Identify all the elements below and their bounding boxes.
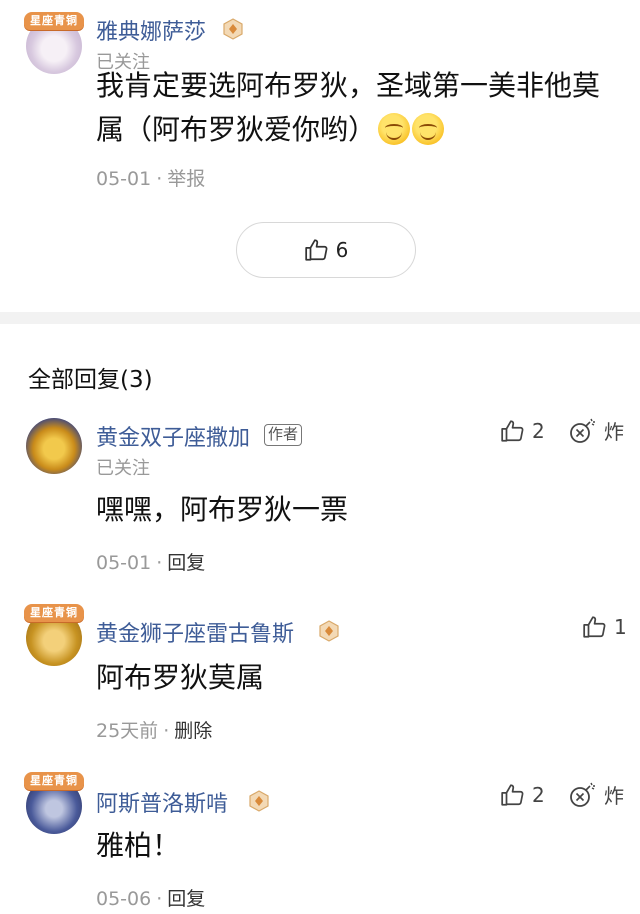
- reply-like-button[interactable]: 1: [582, 614, 627, 640]
- thumb-up-icon: [304, 239, 328, 261]
- post-content-line: 属（阿布罗狄爱你哟）: [96, 108, 626, 152]
- reply-meta: 05-06 · 回复: [96, 884, 205, 911]
- reply-like-count: 2: [532, 419, 545, 443]
- bomb-icon: [570, 782, 595, 807]
- post-content: 我肯定要选阿布罗狄，圣域第一美非他莫 属（阿布罗狄爱你哟）: [96, 64, 626, 152]
- reply-avatar[interactable]: 星座青铜: [24, 604, 84, 666]
- post-author-avatar[interactable]: 星座青铜: [24, 12, 84, 74]
- reply-link[interactable]: 回复: [167, 888, 205, 910]
- bomb-button[interactable]: 炸: [568, 416, 624, 445]
- reply-like-button[interactable]: 2: [500, 418, 545, 444]
- post-meta: 05-01 · 举报: [96, 164, 205, 191]
- post-like-count: 6: [335, 238, 349, 262]
- post-like-button[interactable]: 6: [236, 222, 416, 278]
- meta-separator: ·: [156, 552, 163, 574]
- thumb-up-icon: [501, 784, 524, 806]
- reply-date: 05-06: [96, 888, 152, 910]
- author-tag: 作者: [264, 424, 303, 446]
- reply-content: 嘿嘿，阿布罗狄一票: [96, 493, 349, 526]
- delete-link[interactable]: 删除: [174, 720, 212, 742]
- report-link[interactable]: 举报: [167, 168, 205, 190]
- reply-author-name[interactable]: 阿斯普洛斯啃: [96, 786, 228, 818]
- post-content-line: 我肯定要选阿布罗狄，圣域第一美非他莫: [96, 69, 601, 102]
- thumb-up-icon: [501, 420, 524, 442]
- reply-like-button[interactable]: 2: [500, 782, 545, 808]
- comment-thread-page: 星座青铜 雅典娜萨莎 已关注 我肯定要选阿布罗狄，圣域第一美非他莫 属（阿布罗狄…: [0, 0, 640, 914]
- meta-separator: ·: [163, 720, 170, 742]
- bronze-badge-label: 星座青铜: [24, 604, 84, 622]
- reply-avatar[interactable]: 星座青铜: [24, 772, 84, 834]
- smile-emoji-icon: [412, 113, 445, 145]
- bomb-icon: [570, 418, 595, 443]
- post-author-name[interactable]: 雅典娜萨莎: [96, 14, 206, 46]
- reply-content: 阿布罗狄莫属: [96, 661, 265, 694]
- follow-status[interactable]: 已关注: [96, 454, 150, 480]
- reply-date: 25天前: [96, 720, 159, 742]
- bomb-button[interactable]: 炸: [568, 780, 624, 809]
- bronze-badge-label: 星座青铜: [24, 772, 84, 790]
- post-content-text: 属（阿布罗狄爱你哟）: [96, 113, 377, 146]
- meta-separator: ·: [156, 168, 163, 190]
- reply-author-name[interactable]: 黄金狮子座雷古鲁斯: [96, 616, 294, 648]
- level-badge-icon: [223, 18, 243, 40]
- thumb-up-icon: [583, 616, 606, 638]
- reply-like-count: 2: [532, 783, 545, 807]
- reply-date: 05-01: [96, 552, 152, 574]
- reply-like-count: 1: [614, 615, 627, 639]
- reply-meta: 05-01 · 回复: [96, 548, 205, 575]
- reply-avatar[interactable]: [26, 418, 82, 474]
- level-badge-icon: [319, 620, 339, 642]
- post-date: 05-01: [96, 168, 152, 190]
- reply-author-name[interactable]: 黄金双子座撒加: [96, 420, 250, 452]
- bronze-badge-label: 星座青铜: [24, 12, 84, 30]
- level-badge-icon: [249, 790, 269, 812]
- meta-separator: ·: [156, 888, 163, 910]
- reply-meta: 25天前 · 删除: [96, 716, 212, 743]
- bomb-label: 炸: [604, 784, 624, 808]
- replies-header: 全部回复(3): [28, 367, 153, 393]
- reply-link[interactable]: 回复: [167, 552, 205, 574]
- bomb-label: 炸: [604, 420, 624, 444]
- smile-emoji-icon: [378, 113, 411, 145]
- section-divider: [0, 312, 640, 324]
- avatar-image: [26, 418, 82, 474]
- reply-content: 雅柏！: [96, 829, 181, 862]
